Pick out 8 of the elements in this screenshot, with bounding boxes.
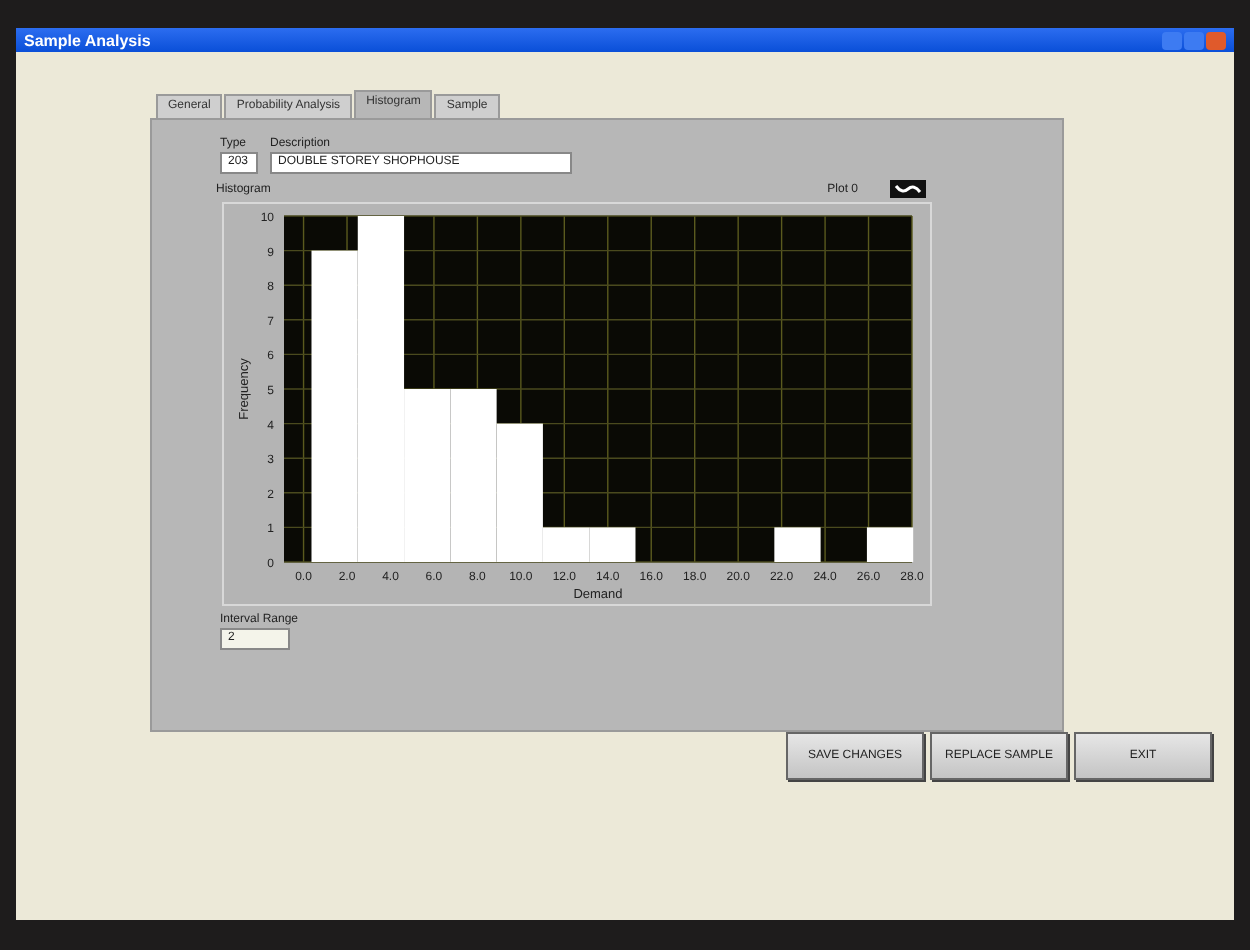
histogram-bar — [589, 527, 636, 562]
minimize-button[interactable] — [1162, 31, 1182, 49]
histogram-bar — [774, 527, 821, 562]
close-button[interactable] — [1206, 31, 1226, 49]
histogram-bar — [866, 527, 914, 562]
maximize-button[interactable] — [1184, 31, 1204, 49]
window-title: Sample Analysis — [24, 31, 151, 49]
plot-style-icon[interactable] — [890, 180, 926, 198]
